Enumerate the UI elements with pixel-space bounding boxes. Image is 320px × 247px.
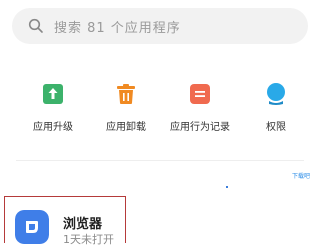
app-list-item-browser[interactable]: 浏览器 1天未打开 bbox=[4, 196, 126, 246]
upgrade-icon bbox=[43, 84, 63, 104]
search-placeholder: 搜索 81 个应用程序 bbox=[54, 20, 181, 36]
divider bbox=[16, 160, 304, 161]
record-icon bbox=[190, 84, 210, 104]
search-icon bbox=[28, 18, 43, 33]
search-bar[interactable]: 搜索 81 个应用程序 bbox=[12, 8, 308, 44]
trash-icon bbox=[117, 84, 135, 104]
shortcut-row: 应用升级 应用卸载 应用行为记录 权限 bbox=[0, 78, 320, 138]
shortcut-label: 权限 bbox=[266, 122, 286, 133]
shortcut-permission[interactable]: 权限 bbox=[231, 78, 320, 133]
watermark: 下载吧 bbox=[292, 173, 311, 180]
permission-icon bbox=[267, 83, 285, 105]
app-name: 浏览器 bbox=[63, 217, 103, 232]
browser-icon bbox=[15, 210, 49, 244]
app-last-opened: 1天未打开 bbox=[63, 233, 114, 246]
decorative-dot bbox=[226, 186, 228, 188]
